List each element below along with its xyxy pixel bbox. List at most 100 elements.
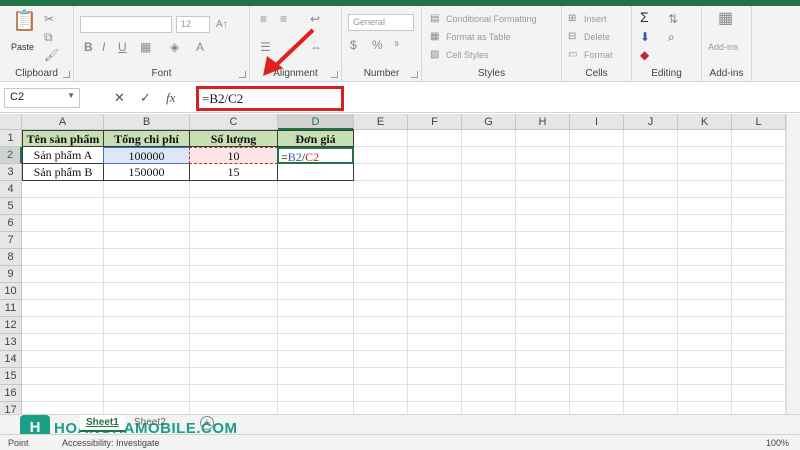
cell-B3[interactable]: 150000 [103, 164, 190, 181]
column-header-L[interactable]: L [732, 114, 786, 130]
italic-icon[interactable]: I [102, 40, 105, 54]
addins-group: ▦ Add-ins Add-ins [702, 6, 752, 82]
delete-button[interactable]: Delete [584, 32, 610, 42]
row-header-14[interactable]: 14 [0, 351, 22, 368]
column-header-C[interactable]: C [190, 114, 278, 130]
bold-icon[interactable]: B [84, 40, 93, 54]
formula-input[interactable]: =B2/C2 [196, 86, 344, 111]
column-header-J[interactable]: J [624, 114, 678, 130]
column-header-K[interactable]: K [678, 114, 732, 130]
row-header-6[interactable]: 6 [0, 215, 22, 232]
addins-icon[interactable]: ▦ [718, 11, 733, 27]
zoom-level[interactable]: 100% [766, 438, 789, 448]
name-box[interactable]: C2 ▼ [4, 88, 80, 108]
percent-icon[interactable]: % [372, 38, 383, 52]
number-launcher-icon[interactable] [411, 71, 418, 78]
status-bar: Point Accessibility: Investigate 100% [0, 434, 800, 450]
cell-styles-icon[interactable]: ▧ [430, 48, 439, 62]
row-header-16[interactable]: 16 [0, 385, 22, 402]
row-header-10[interactable]: 10 [0, 283, 22, 300]
accessibility-status[interactable]: Accessibility: Investigate [62, 438, 160, 448]
insert-button[interactable]: Insert [584, 14, 607, 24]
cell-C1[interactable]: Số lượng [189, 130, 278, 147]
column-header-D[interactable]: D [278, 114, 354, 130]
row-header-8[interactable]: 8 [0, 249, 22, 266]
row-header-4[interactable]: 4 [0, 181, 22, 198]
cell-D3[interactable] [277, 164, 354, 181]
fill-color-icon[interactable]: ◈ [170, 40, 179, 54]
row-header-12[interactable]: 12 [0, 317, 22, 334]
vertical-scrollbar[interactable] [786, 114, 800, 414]
sort-filter-icon[interactable]: ⇅ [668, 12, 678, 26]
clear-icon[interactable]: ◆ [640, 48, 649, 62]
insert-function-icon[interactable]: fx [166, 90, 175, 106]
number-format-field[interactable]: General [348, 14, 414, 31]
format-icon[interactable]: ▭ [568, 48, 577, 62]
addins-button[interactable]: Add-ins [708, 42, 739, 52]
cell-B1[interactable]: Tổng chi phí [103, 130, 190, 147]
cell-C3[interactable]: 15 [189, 164, 278, 181]
fill-icon[interactable]: ⬇ [640, 30, 650, 44]
row-header-9[interactable]: 9 [0, 266, 22, 283]
cut-icon[interactable]: ✂ [44, 12, 54, 26]
format-as-table-icon[interactable]: ▦ [430, 30, 439, 44]
cell-C2[interactable]: 10 [189, 147, 278, 164]
paste-button[interactable]: Paste [11, 42, 34, 52]
comma-icon[interactable]: ⁹ [394, 38, 399, 52]
delete-icon[interactable]: ⊟ [568, 30, 576, 44]
column-header-B[interactable]: B [104, 114, 190, 130]
paste-icon[interactable]: 📋 [12, 11, 37, 31]
worksheet-grid[interactable]: ABCDEFGHIJKL 1 2 3 4 5 6 7 8 9 10 11 12 13 14 15 16 17 T… [0, 114, 800, 414]
cell-A2[interactable]: Sản phẩm A [22, 147, 104, 164]
row-header-11[interactable]: 11 [0, 300, 22, 317]
column-header-F[interactable]: F [408, 114, 462, 130]
row-header-1[interactable]: 1 [0, 130, 22, 147]
cell-B2[interactable]: 100000 [103, 147, 190, 164]
format-button[interactable]: Format [584, 50, 613, 60]
format-as-table-button[interactable]: Format as Table [446, 32, 510, 42]
font-name-field[interactable] [80, 16, 172, 33]
chevron-down-icon[interactable]: ▼ [67, 91, 75, 100]
grow-font-icon[interactable]: A↑ [216, 18, 228, 32]
clipboard-launcher-icon[interactable] [63, 71, 70, 78]
cancel-icon[interactable]: ✕ [114, 90, 125, 106]
format-painter-icon[interactable]: 🖌 [44, 48, 59, 62]
row-header-5[interactable]: 5 [0, 198, 22, 215]
alignment-launcher-icon[interactable] [331, 71, 338, 78]
row-header-3[interactable]: 3 [0, 164, 22, 181]
tab-sheet2[interactable]: Sheet2 [128, 415, 172, 432]
add-sheet-icon[interactable]: + [200, 416, 214, 430]
gridline-row [22, 231, 800, 232]
row-header-2[interactable]: 2 [0, 147, 22, 164]
copy-icon[interactable]: ⧉ [44, 30, 53, 44]
conditional-formatting-button[interactable]: Conditional Formatting [446, 14, 537, 24]
column-header-H[interactable]: H [516, 114, 570, 130]
font-size-field[interactable]: 12 [176, 16, 210, 33]
tab-sheet1[interactable]: Sheet1 [80, 415, 125, 432]
column-header-A[interactable]: A [22, 114, 104, 130]
row-header-15[interactable]: 15 [0, 368, 22, 385]
cell-styles-button[interactable]: Cell Styles [446, 50, 489, 60]
font-launcher-icon[interactable] [239, 71, 246, 78]
accounting-icon[interactable]: $ [350, 38, 357, 52]
cell-A3[interactable]: Sản phẩm B [22, 164, 104, 181]
cell-D2[interactable]: =B2/C2 [277, 147, 354, 164]
row-header-13[interactable]: 13 [0, 334, 22, 351]
row-header-17[interactable]: 17 [0, 402, 22, 414]
find-select-icon[interactable]: ⌕ [668, 30, 675, 44]
column-header-I[interactable]: I [570, 114, 624, 130]
autosum-icon[interactable]: Σ [640, 10, 649, 24]
select-all-corner[interactable] [0, 114, 22, 130]
insert-icon[interactable]: ⊞ [568, 12, 576, 26]
cell-D1[interactable]: Đơn giá [277, 130, 354, 147]
conditional-formatting-icon[interactable]: ▤ [430, 12, 439, 26]
font-color-icon[interactable]: A [196, 40, 204, 54]
row-header-7[interactable]: 7 [0, 232, 22, 249]
column-header-E[interactable]: E [354, 114, 408, 130]
enter-icon[interactable]: ✓ [140, 90, 151, 106]
cell-A1[interactable]: Tên sản phẩm [22, 130, 104, 147]
column-header-G[interactable]: G [462, 114, 516, 130]
gridline-row [22, 299, 800, 300]
underline-icon[interactable]: U [118, 40, 127, 54]
borders-icon[interactable]: ▦ [140, 40, 151, 54]
